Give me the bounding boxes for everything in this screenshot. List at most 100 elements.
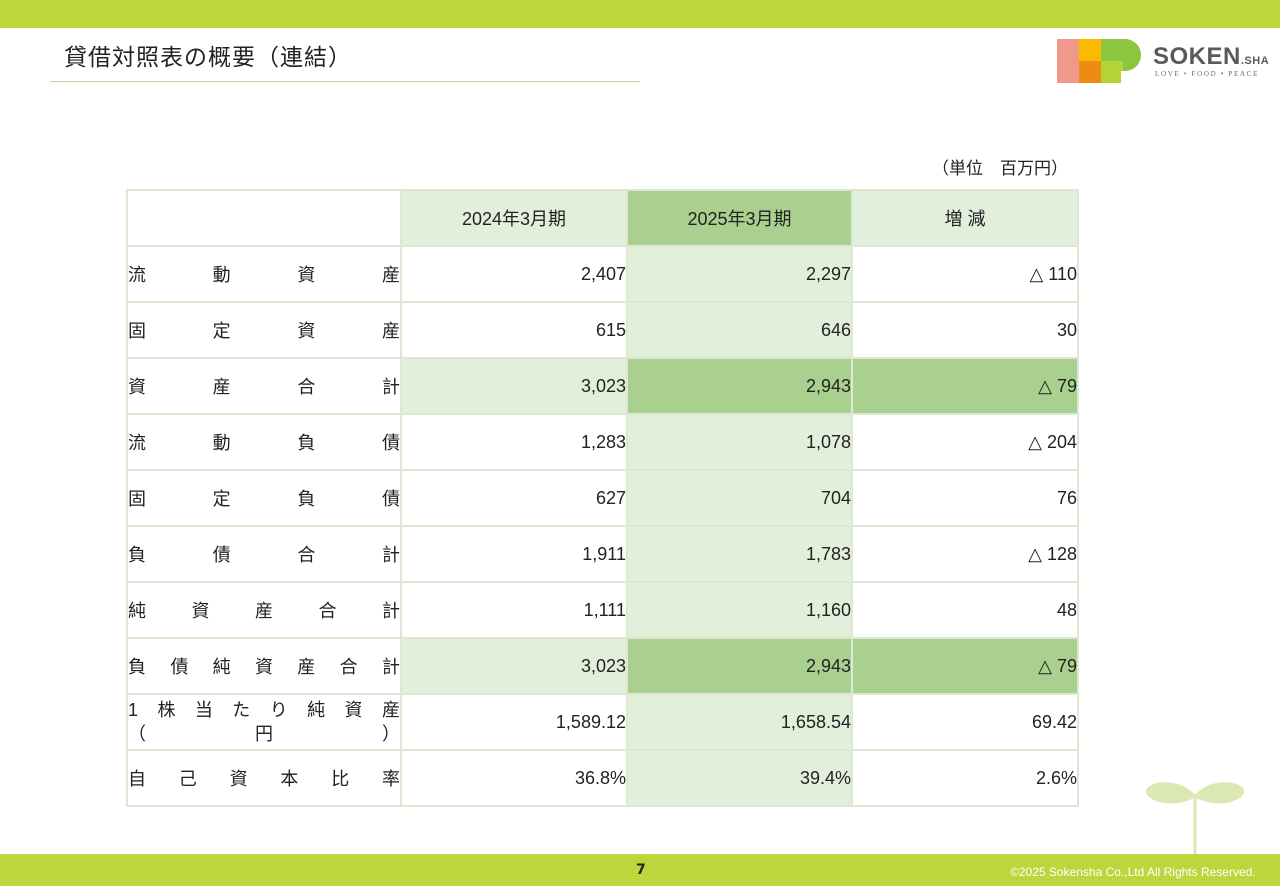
table-row: 自 己 資 本 比 率 36.8% 39.4% 2.6% xyxy=(126,749,1079,807)
row-label-char: た xyxy=(232,700,251,720)
row-label-char: 1 xyxy=(128,700,139,720)
row-label-char: 負 xyxy=(128,545,146,565)
row-label-char: 産 xyxy=(381,700,400,720)
header-cell-change: 増 減 xyxy=(851,189,1079,247)
row-label-char: 資 xyxy=(344,700,363,720)
cell-change: △ 79 xyxy=(851,637,1079,695)
row-label-char: 資 xyxy=(254,657,273,677)
page-number: 7 xyxy=(636,862,646,878)
row-label-char: 負 xyxy=(297,433,316,453)
row-label-char: 負 xyxy=(128,657,146,677)
sprout-icon xyxy=(1145,782,1245,856)
cell-2024: 627 xyxy=(400,469,628,527)
row-label-char: 動 xyxy=(212,265,231,285)
cell-2024: 615 xyxy=(400,301,628,359)
table-row: 流 動 負 債 1,283 1,078 △ 204 xyxy=(126,413,1079,471)
row-label-char: 債 xyxy=(170,657,189,677)
row-label-char: 負 xyxy=(297,489,316,509)
row-label-char: 株 xyxy=(157,700,176,720)
cell-change: 76 xyxy=(851,469,1079,527)
row-label-char: 計 xyxy=(381,657,400,677)
row-label-char: 率 xyxy=(381,769,400,789)
cell-2025: 2,943 xyxy=(626,357,853,415)
header-cell-2025: 2025年3月期 xyxy=(626,189,853,247)
row-label-char: ） xyxy=(382,724,400,744)
logo-suffix: .SHA xyxy=(1240,55,1270,67)
logo-block xyxy=(1113,61,1123,71)
row-label-char: 産 xyxy=(297,657,316,677)
cell-change: 48 xyxy=(851,581,1079,639)
table-row: 流 動 資 産 2,407 2,297 △ 110 xyxy=(126,245,1079,303)
cell-change: 2.6% xyxy=(851,749,1079,807)
cell-change: △ 110 xyxy=(851,245,1079,303)
top-accent-bar xyxy=(0,0,1280,28)
row-label: 1 株当たり純資産 （ 円 ） xyxy=(126,693,402,751)
table-row: 純 資 産 合 計 1,111 1,160 48 xyxy=(126,581,1079,639)
row-label-char: 債 xyxy=(381,433,400,453)
row-label-char: 純 xyxy=(307,700,326,720)
header-cell-2024: 2024年3月期 xyxy=(400,189,628,247)
row-label: 流動資産 xyxy=(126,245,402,303)
row-label: 純資産合計 xyxy=(126,581,402,639)
cell-2025: 2,297 xyxy=(626,245,853,303)
logo-block xyxy=(1057,39,1079,83)
logo-block xyxy=(1079,39,1101,61)
table-row: 固 定 資 産 615 646 30 xyxy=(126,301,1079,359)
cell-change: △ 204 xyxy=(851,413,1079,471)
cell-2025: 1,658.54 xyxy=(626,693,853,751)
row-label-char: 資 xyxy=(297,265,316,285)
row-label: 負債純資産合計 xyxy=(126,637,402,695)
row-label-char: 計 xyxy=(381,377,400,397)
cell-2024: 1,111 xyxy=(400,581,628,639)
row-label-char: り xyxy=(269,700,288,720)
row-label-char: 純 xyxy=(212,657,231,677)
row-label-char: 合 xyxy=(339,657,358,677)
cell-2024: 3,023 xyxy=(400,637,628,695)
title-underline xyxy=(50,81,640,82)
cell-2024: 3,023 xyxy=(400,357,628,415)
row-label-char: 産 xyxy=(381,265,400,285)
cell-2024: 1,911 xyxy=(400,525,628,583)
row-label-char: 流 xyxy=(128,433,146,453)
logo-tagline: LOVE • FOOD • PEACE xyxy=(1155,70,1260,78)
cell-2025: 1,160 xyxy=(626,581,853,639)
table-header-row: 2024年3月期 2025年3月期 増 減 xyxy=(126,189,1079,247)
row-label-char: 産 xyxy=(255,601,273,621)
row-label: 流動負債 xyxy=(126,413,402,471)
row-label-char: 合 xyxy=(318,601,337,621)
row-label: 資産合計 xyxy=(126,357,402,415)
row-label-char: 合 xyxy=(297,545,316,565)
copyright-notice: ©2025 Sokensha Co.,Ltd All Rights Reserv… xyxy=(1010,865,1256,879)
row-label-char: 当 xyxy=(194,700,213,720)
row-label-char: 定 xyxy=(212,489,231,509)
row-label-char: （ xyxy=(128,724,146,744)
row-label: 負債合計 xyxy=(126,525,402,583)
company-logo: SOKEN.SHA LOVE • FOOD • PEACE xyxy=(1057,39,1277,85)
row-label-char: 資 xyxy=(297,321,316,341)
row-label-char: 定 xyxy=(212,321,231,341)
table-row: 固 定 負 債 627 704 76 xyxy=(126,469,1079,527)
table-row: 1 株当たり純資産 （ 円 ） 1,589.12 1,658.54 69.42 xyxy=(126,693,1079,751)
row-label-char: 資 xyxy=(128,377,146,397)
row-label: 自己資本比率 xyxy=(126,749,402,807)
header-cell-label xyxy=(126,189,402,247)
cell-2025: 704 xyxy=(626,469,853,527)
row-label-char: 己 xyxy=(178,769,197,789)
logo-wordmark: SOKEN.SHA xyxy=(1153,43,1269,71)
page-title: 貸借対照表の概要（連結） xyxy=(64,45,352,71)
row-label-char: 動 xyxy=(212,433,231,453)
balance-sheet-table: 2024年3月期 2025年3月期 増 減 流動資産 2,407 2,297 △ 11… xyxy=(126,189,1079,807)
row-label-char: 純 xyxy=(128,601,146,621)
row-label-char: 資 xyxy=(229,769,248,789)
cell-2025: 646 xyxy=(626,301,853,359)
row-label-char: 資 xyxy=(191,601,210,621)
row-label-char: 比 xyxy=(331,769,350,789)
cell-2024: 1,589.12 xyxy=(400,693,628,751)
table-row: 負 債 純 資 産 合 計 3,023 2,943 △ 79 xyxy=(126,637,1079,695)
row-label-char: 産 xyxy=(381,321,400,341)
row-label-char: 債 xyxy=(212,545,231,565)
cell-change: 69.42 xyxy=(851,693,1079,751)
row-label-char: 流 xyxy=(128,265,146,285)
row-label-char: 債 xyxy=(381,489,400,509)
logo-name: SOKEN xyxy=(1153,43,1241,70)
